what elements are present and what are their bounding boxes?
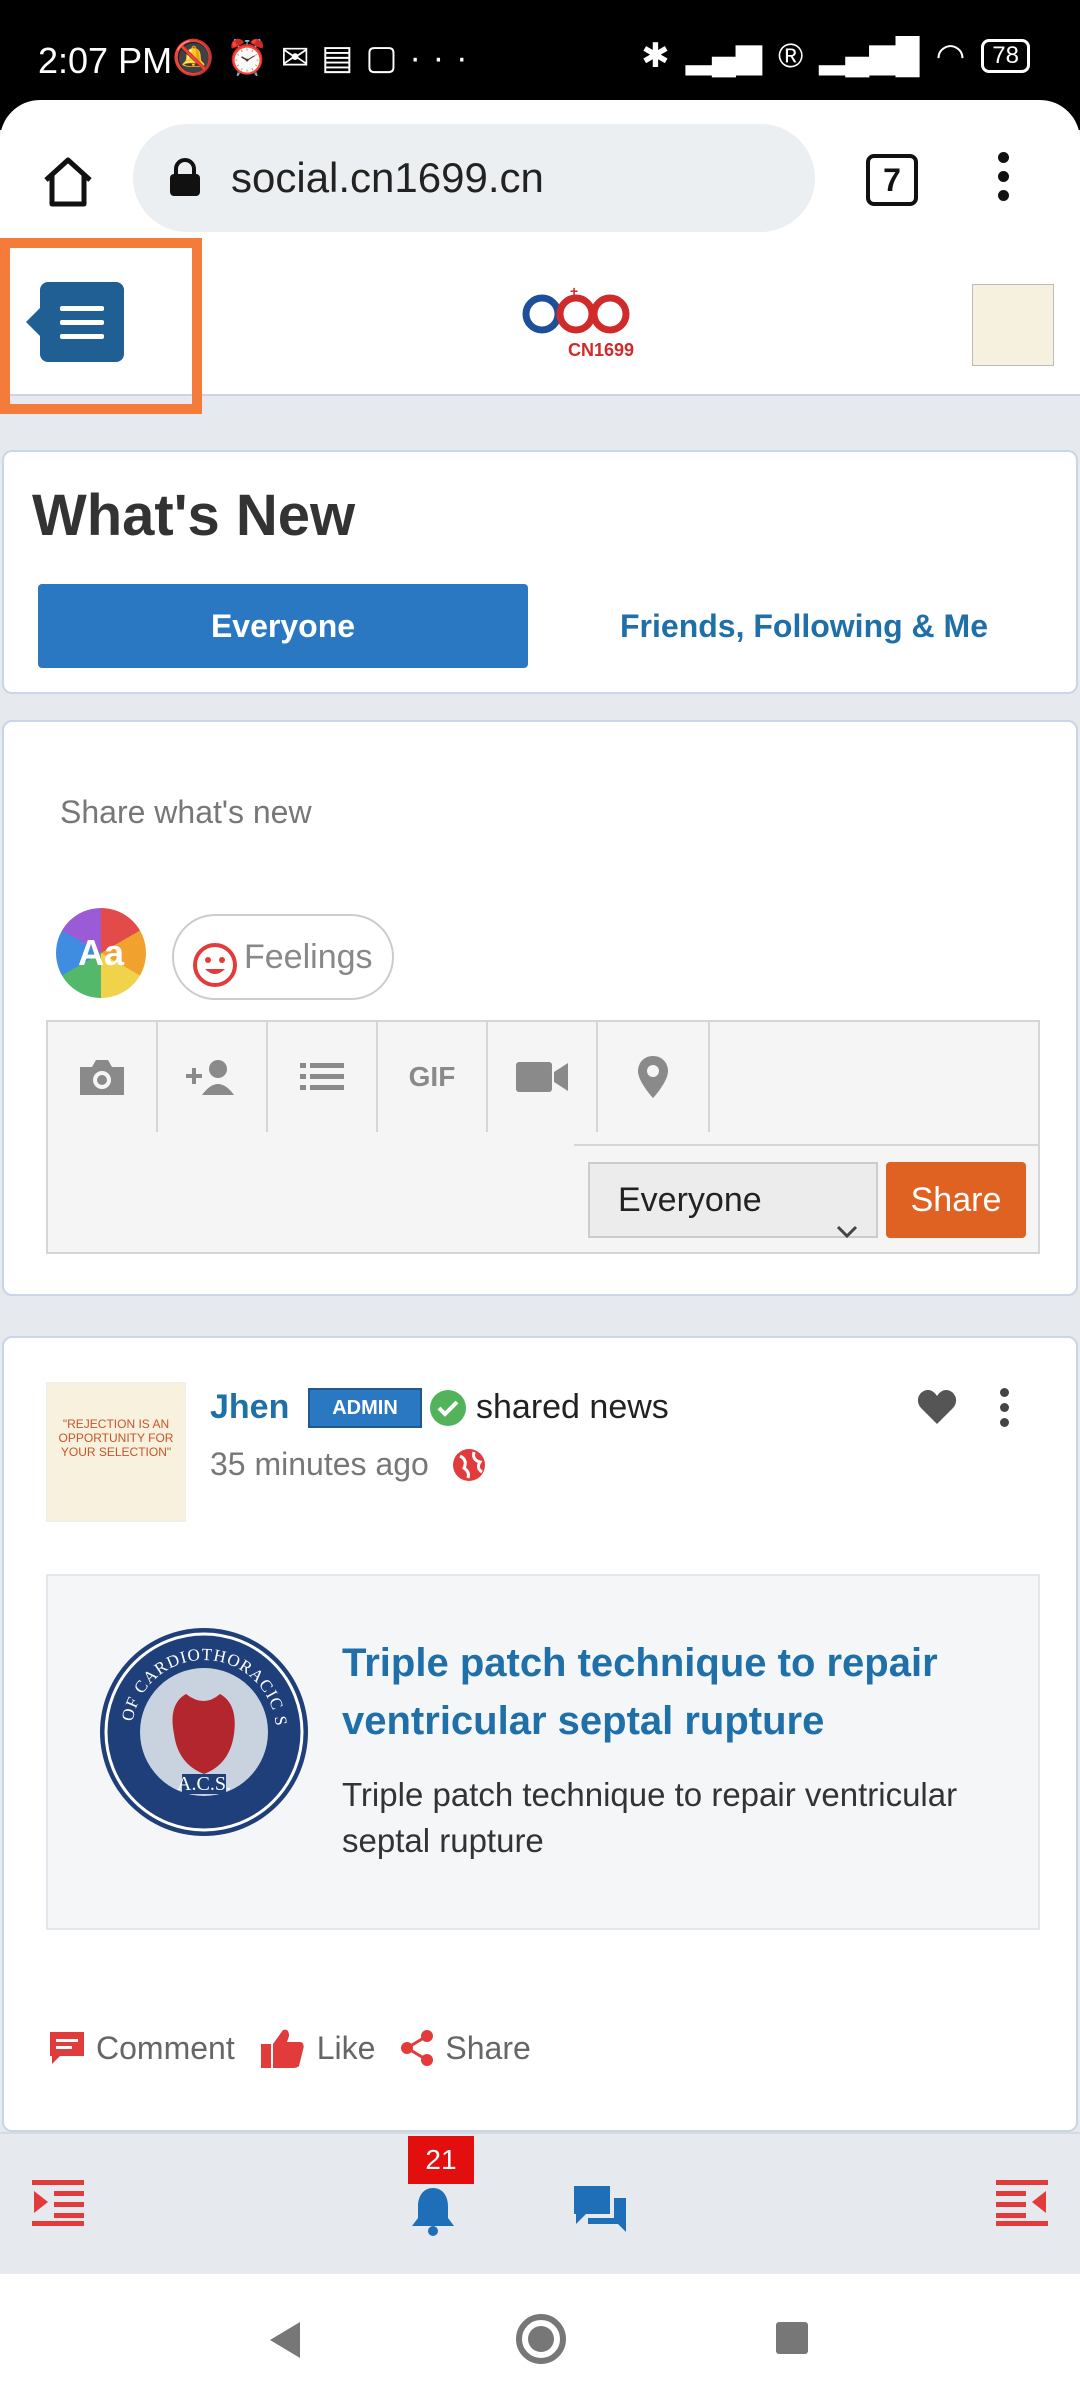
back-icon[interactable] [266, 2320, 302, 2360]
smiley-icon [192, 936, 238, 987]
left-panel-toggle-icon[interactable] [32, 2178, 84, 2226]
share-post-button[interactable]: Share [399, 2029, 531, 2067]
camera-icon[interactable] [48, 1022, 158, 1132]
verified-check-icon [430, 1390, 466, 1426]
browser-toolbar: social.cn1699.cn 7 [0, 100, 1080, 260]
bell-icon[interactable] [408, 2184, 458, 2236]
status-right-icons: ✱ ▂▄▆ ® ▂▄▆█ ◠ 78 [641, 36, 1030, 76]
hamburger-menu-button[interactable] [26, 282, 124, 362]
comment-icon [50, 2032, 84, 2064]
audience-select[interactable]: Everyone [588, 1162, 878, 1239]
status-time: 2:07 PM [38, 40, 173, 81]
site-header: + CN1699 [0, 238, 1080, 414]
tab-switcher-button[interactable]: 7 [866, 154, 918, 206]
system-home-icon[interactable] [516, 2314, 566, 2364]
globe-icon [450, 1446, 488, 1484]
comment-button[interactable]: Comment [48, 2030, 235, 2067]
like-button[interactable]: Like [259, 2026, 376, 2070]
post-composer: Share what's new Aa Feelings GIF Everyon… [2, 720, 1078, 1296]
alarm-icon: ⏰ [226, 39, 281, 77]
home-icon[interactable] [38, 152, 98, 212]
more-dots-icon: ··· [409, 39, 480, 77]
journal-logo: ANNALS OF CARDIOTHORACIC SURGERY A.C.S. [89, 1609, 312, 1840]
composer-toolbar: GIF Everyone Share [46, 1020, 1040, 1254]
recent-apps-icon[interactable] [776, 2322, 808, 2354]
news-description: Triple patch technique to repair ventric… [342, 1776, 958, 1859]
bluetooth-icon: ✱ [641, 37, 670, 75]
mute-icon: 🔕 [172, 39, 227, 77]
more-options-icon[interactable] [998, 1388, 1010, 1428]
news-title-link[interactable]: Triple patch technique to repair ventric… [342, 1634, 1002, 1750]
signal-icon: ▂▄▆█ [819, 37, 920, 75]
toolbar-divider [574, 1144, 1040, 1146]
image-icon: ▢ [365, 39, 410, 77]
gif-icon[interactable]: GIF [378, 1022, 488, 1132]
toolbar-spacer [708, 1022, 1040, 1132]
post-action-text: shared news [476, 1388, 669, 1426]
signal-icon: ▂▄▆ [685, 37, 763, 75]
share-whats-new-input[interactable]: Share what's new [60, 794, 312, 831]
bottom-nav: 21 [0, 2132, 1080, 2274]
share-label: Share [445, 2029, 531, 2066]
activity-post: "REJECTION IS AN OPPORTUNITY FOR YOUR SE… [2, 1336, 1078, 2132]
user-avatar[interactable] [972, 284, 1054, 366]
thumbs-up-icon [260, 2029, 304, 2068]
logo-text: CN1699 [568, 340, 634, 360]
share-icon [401, 2030, 434, 2066]
journal-center-text: A.C.S. [177, 1773, 231, 1795]
tab-everyone[interactable]: Everyone [38, 584, 528, 668]
add-person-icon[interactable] [158, 1022, 268, 1132]
text-style-button[interactable]: Aa [56, 908, 146, 998]
post-actions: Comment Like Share [48, 2018, 555, 2078]
notification-count-badge: 21 [408, 2136, 474, 2184]
lock-icon [167, 158, 203, 198]
whats-new-card: What's New Everyone Friends, Following &… [2, 450, 1078, 694]
svg-text:+: + [570, 284, 578, 299]
address-bar[interactable]: social.cn1699.cn [133, 124, 815, 232]
shared-news-card[interactable]: ANNALS OF CARDIOTHORACIC SURGERY A.C.S. … [46, 1574, 1040, 1930]
news-icon: ▤ [321, 39, 366, 77]
url-text: social.cn1699.cn [231, 154, 544, 201]
like-label: Like [316, 2029, 376, 2066]
chat-icon[interactable] [572, 2184, 628, 2236]
heart-icon[interactable] [916, 1388, 958, 1426]
admin-badge: ADMIN [308, 1388, 422, 1428]
author-name[interactable]: Jhen [210, 1388, 289, 1427]
browser-menu-icon[interactable] [996, 152, 1010, 208]
registered-icon: ® [778, 36, 804, 75]
feelings-label: Feelings [244, 938, 373, 976]
battery-indicator: 78 [981, 39, 1030, 73]
author-avatar[interactable]: "REJECTION IS AN OPPORTUNITY FOR YOUR SE… [46, 1382, 186, 1522]
video-icon[interactable] [488, 1022, 598, 1132]
tab-friends-following-me[interactable]: Friends, Following & Me [564, 584, 1044, 668]
site-logo[interactable]: + CN1699 [518, 283, 638, 364]
list-icon[interactable] [268, 1022, 378, 1132]
status-left-icons: 🔕⏰✉▤▢··· [172, 38, 479, 78]
chevron-down-icon [836, 1192, 858, 1239]
page-title: What's New [32, 483, 356, 548]
audience-value: Everyone [618, 1181, 762, 1219]
location-icon[interactable] [598, 1022, 708, 1132]
messenger-icon: ✉ [280, 39, 322, 77]
wifi-icon: ◠ [935, 37, 966, 75]
share-button[interactable]: Share [886, 1162, 1026, 1238]
comment-label: Comment [96, 2029, 235, 2066]
system-nav-bar [0, 2274, 1080, 2400]
right-panel-toggle-icon[interactable] [996, 2178, 1048, 2226]
feelings-button[interactable]: Feelings [172, 914, 394, 1000]
post-timestamp[interactable]: 35 minutes ago [210, 1446, 429, 1483]
